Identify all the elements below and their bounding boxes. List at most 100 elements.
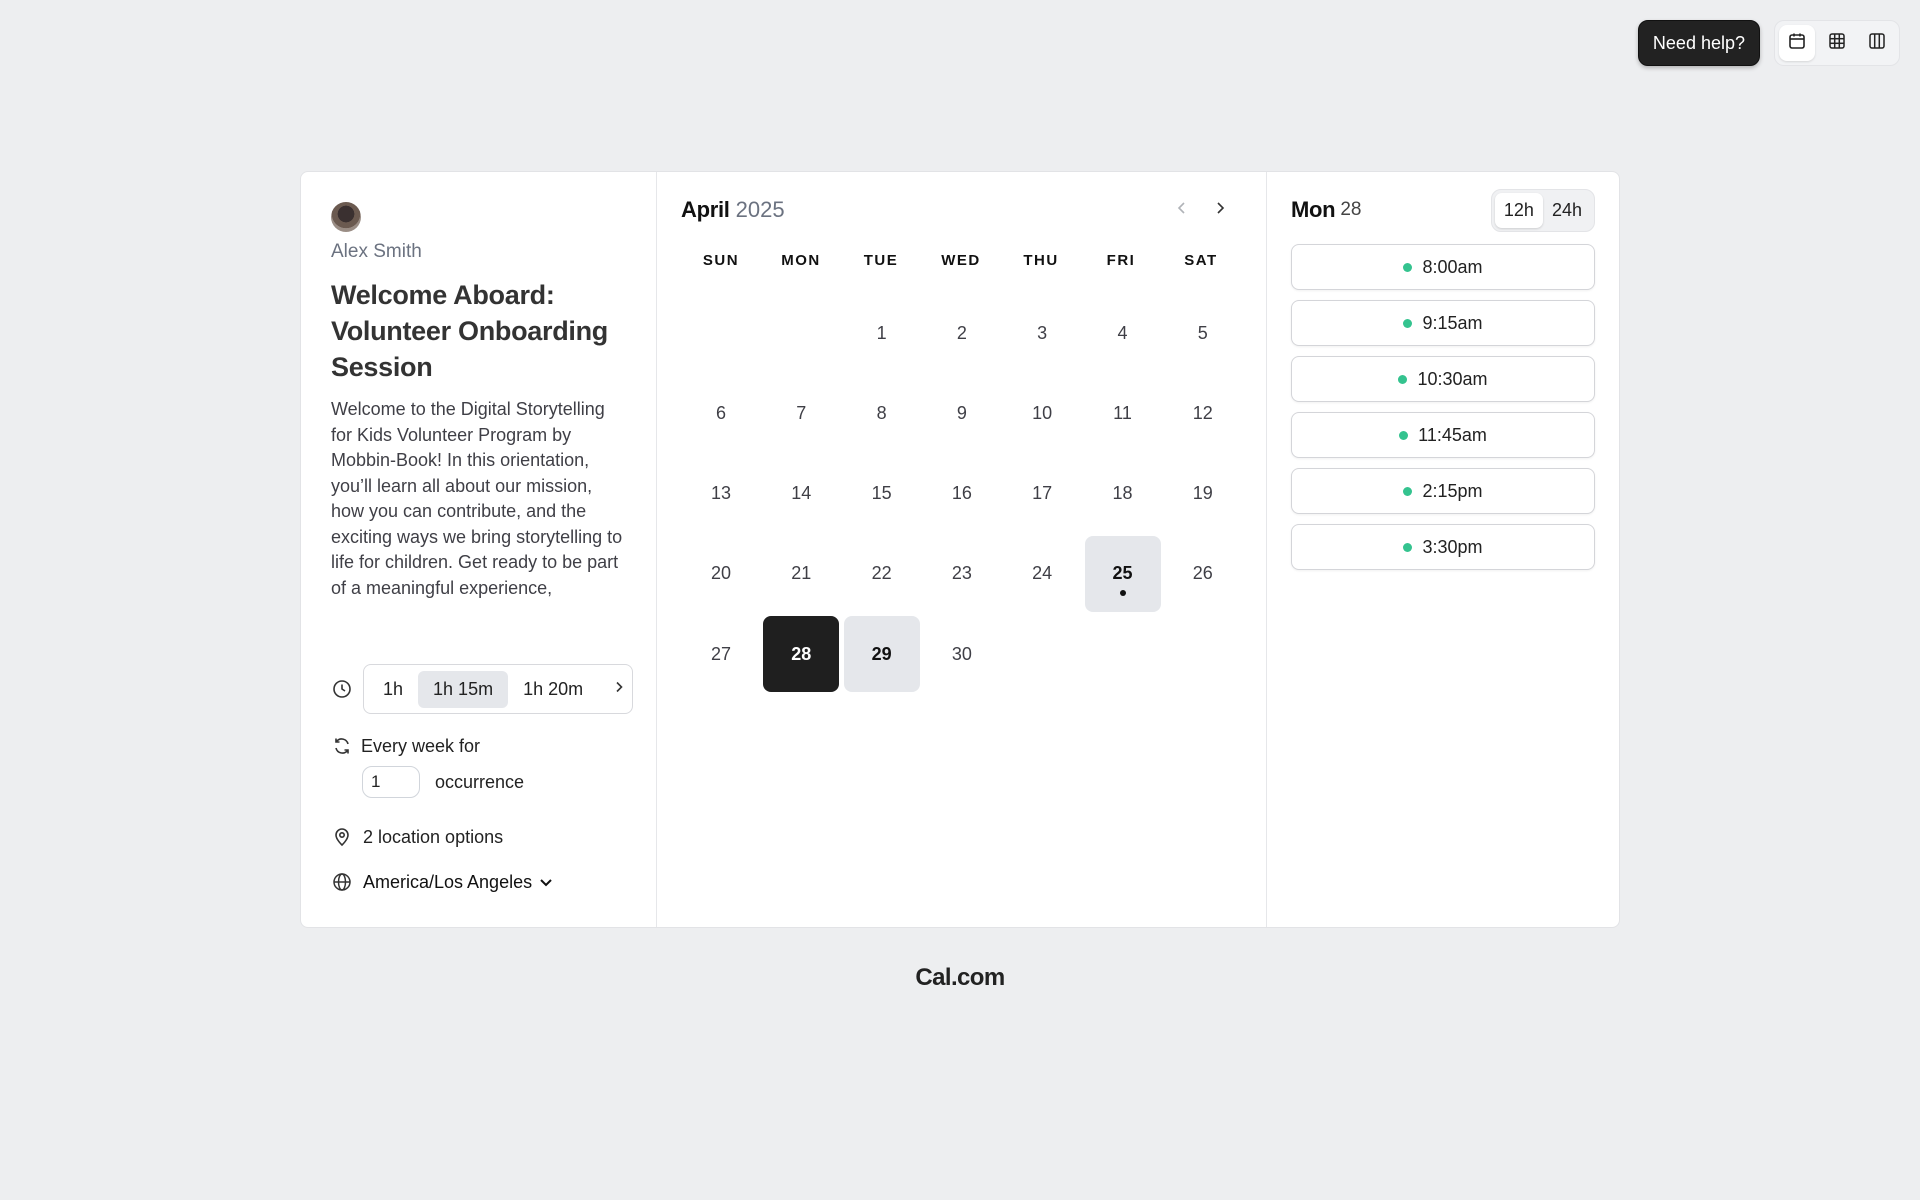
timezone-row[interactable]: America/Los Angeles [331,871,554,893]
duration-option-1h15m[interactable]: 1h 15m [418,670,509,708]
event-description: Welcome to the Digital Storytelling for … [331,399,623,598]
calendar-day-28[interactable]: 28 [763,616,840,693]
top-toolbar: Need help? [1637,20,1900,66]
duration-option-1h20m[interactable]: 1h 20m [508,671,598,708]
avatar [331,202,361,232]
time-slot-label: 2:15pm [1422,480,1483,501]
occurrence-label: occurrence [435,771,525,792]
brand-logo: Cal.com [915,964,1005,991]
clock-icon [331,678,353,700]
globe-icon [331,871,353,893]
calendar-day-17: 17 [1032,483,1053,504]
selected-day-number: 28 [1340,199,1362,220]
format-12h-button[interactable]: 12h [1494,192,1543,228]
calendar-header: April 2025 [681,196,1242,224]
need-help-button[interactable]: Need help? [1637,20,1760,66]
layout-toggle [1774,20,1900,66]
time-slot-label: 9:15am [1422,312,1483,333]
calendar-day-6: 6 [715,402,726,423]
week-view-button[interactable] [1819,25,1855,61]
weekday-label: SAT [1184,252,1218,269]
repeat-icon [331,735,353,757]
event-info-panel: Alex Smith Welcome Aboard: Volunteer Onb… [301,172,657,927]
calendar-year: 2025 [735,197,785,222]
selected-day-name: Mon [1291,197,1336,222]
time-slot-button[interactable]: 2:15pm [1291,468,1595,514]
calendar-day-8: 8 [876,402,887,423]
calendar-day-23: 23 [951,563,972,584]
month-view-button[interactable] [1779,25,1815,61]
calendar-day-30: 30 [951,643,972,664]
weekday-label: TUE [863,252,899,269]
calendar-day-25[interactable]: 25 [1084,535,1161,612]
calendar-day-29[interactable]: 29 [843,616,920,693]
calendar-day-7: 7 [796,402,807,423]
availability-dot [1403,486,1413,496]
duration-option-1h[interactable]: 1h [368,671,418,708]
chevron-right-icon[interactable] [612,680,626,699]
calendar-month: April [681,197,730,222]
calendar-day-22: 22 [871,563,892,584]
calendar-day-24: 24 [1032,563,1053,584]
format-24h-button[interactable]: 24h [1543,193,1591,228]
host-name: Alex Smith [331,241,422,262]
calendar-day-16: 16 [951,483,972,504]
calendar-day-27: 27 [710,643,732,664]
calendar-icon [1787,31,1807,56]
duration-selector: 1h 1h 15m 1h 20m [363,664,633,714]
recurrence-row: Every week for [331,735,480,757]
slots-header: Mon 28 12h 24h [1291,188,1595,232]
occurrence-row: 1 occurrence [362,766,524,798]
time-slot-button[interactable]: 9:15am [1291,300,1595,346]
calendar-day-10: 10 [1032,402,1053,423]
occurrence-input[interactable]: 1 [362,766,420,798]
map-pin-icon [331,826,353,848]
calendar-day-11: 11 [1113,402,1132,423]
chevron-right-icon[interactable] [1212,200,1228,221]
availability-dot [1403,262,1413,272]
chevron-left-icon[interactable] [1174,200,1190,221]
calendar-day-12: 12 [1192,402,1213,423]
time-slot-button[interactable]: 8:00am [1291,244,1595,290]
weekday-label: MON [781,252,821,269]
time-slot-label: 8:00am [1422,256,1483,277]
calendar-day-4: 4 [1117,322,1128,343]
calendar-day-3: 3 [1037,322,1048,343]
weekday-label: SUN [702,252,740,269]
grid-icon [1827,31,1847,56]
columns-icon [1867,31,1887,56]
column-view-button[interactable] [1859,25,1895,61]
weekday-label: THU [1023,252,1059,269]
recurrence-label: Every week for [361,735,481,756]
calendar-day-13: 13 [710,483,732,504]
availability-dot [1399,430,1409,440]
booking-card: Alex Smith Welcome Aboard: Volunteer Onb… [300,171,1620,928]
calendar-day-21: 21 [791,563,812,584]
chevron-down-icon[interactable] [538,874,554,890]
timezone-select[interactable]: America/Los Angeles [363,872,532,893]
time-slot-list: 8:00am 9:15am 10:30am 11:45am 2:15pm 3:30pm [1291,244,1595,570]
calendar-day-20: 20 [710,563,732,584]
location-options: 2 location options [363,826,504,847]
calendar-day-19: 19 [1192,483,1213,504]
time-slot-label: 10:30am [1417,368,1488,389]
calendar-day-14: 14 [791,483,812,504]
calendar-day-1: 1 [876,322,887,343]
duration-row: 1h 1h 15m 1h 20m [331,664,633,714]
time-format-toggle: 12h 24h [1490,188,1595,232]
calendar-panel: April 2025 SUN MON TUE WED THU FRI SAT 1234567… [657,172,1267,927]
today-indicator [1119,589,1126,596]
time-slot-button[interactable]: 11:45am [1291,412,1595,458]
weekday-label: WED [941,252,981,269]
time-slot-label: 11:45am [1418,424,1487,445]
time-slot-button[interactable]: 3:30pm [1291,524,1595,570]
time-slot-button[interactable]: 10:30am [1291,356,1595,402]
weekday-label: FRI [1106,252,1136,269]
calendar-day-15: 15 [871,483,892,504]
availability-dot [1403,542,1413,552]
calendar-nav [1174,200,1228,221]
calendar-day-18: 18 [1112,483,1133,504]
location-row: 2 location options [331,826,503,848]
calendar-day-2: 2 [956,322,967,343]
event-title: Welcome Aboard: Volunteer Onboarding Ses… [331,280,608,382]
